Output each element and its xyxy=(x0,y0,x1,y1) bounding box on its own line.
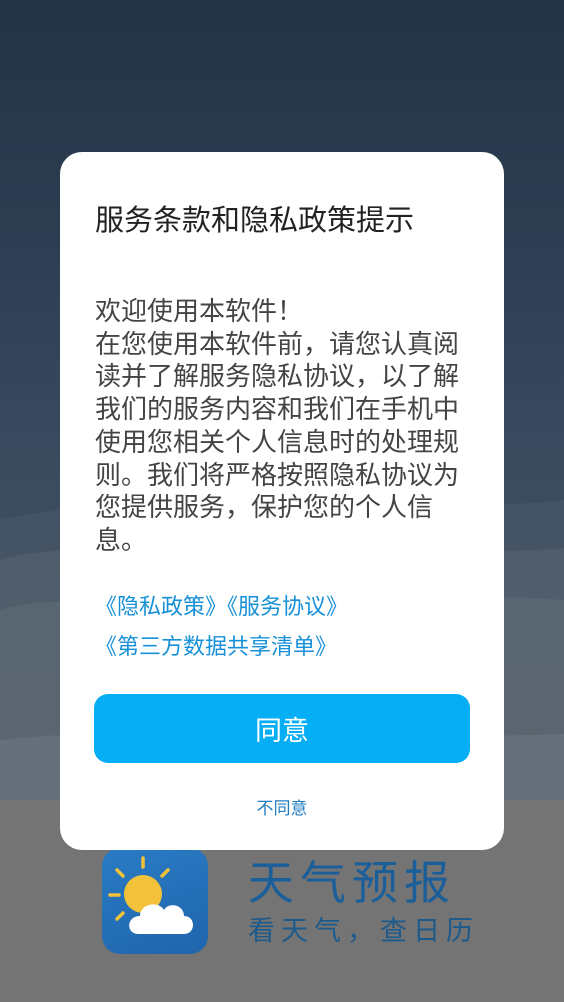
privacy-dialog: 服务条款和隐私政策提示 欢迎使用本软件！ 在您使用本软件前，请您认真阅读并了解服… xyxy=(60,152,504,850)
link-line-1: 《隐私政策》《服务协议》 xyxy=(95,588,475,628)
welcome-text: 欢迎使用本软件！ xyxy=(95,297,304,327)
policy-links: 《隐私政策》《服务协议》 《第三方数据共享清单》 xyxy=(95,588,475,668)
app-name: 天气预报 xyxy=(248,856,456,910)
link-line-2: 《第三方数据共享清单》 xyxy=(95,628,475,668)
third-party-data-list-link[interactable]: 《第三方数据共享清单》 xyxy=(95,635,337,660)
service-agreement-link[interactable]: 《服务协议》 xyxy=(227,595,348,620)
agree-button[interactable]: 同意 xyxy=(94,694,470,763)
dialog-title: 服务条款和隐私政策提示 xyxy=(95,203,415,237)
privacy-policy-link[interactable]: 《隐私政策》 xyxy=(95,595,227,620)
dialog-body: 欢迎使用本软件！ 在您使用本软件前，请您认真阅读并了解服务隐私协议，以了解我们的… xyxy=(95,296,475,558)
weather-sun-cloud-icon xyxy=(102,848,208,954)
app-slogan: 看天气，查日历 xyxy=(248,916,479,947)
screen: 天气预报 看天气，查日历 服务条款和隐私政策提示 欢迎使用本软件！ 在您使用本软… xyxy=(0,0,564,1002)
disagree-button[interactable]: 不同意 xyxy=(232,790,332,822)
privacy-description: 在您使用本软件前，请您认真阅读并了解服务隐私协议，以了解我们的服务内容和我们在手… xyxy=(95,329,460,556)
